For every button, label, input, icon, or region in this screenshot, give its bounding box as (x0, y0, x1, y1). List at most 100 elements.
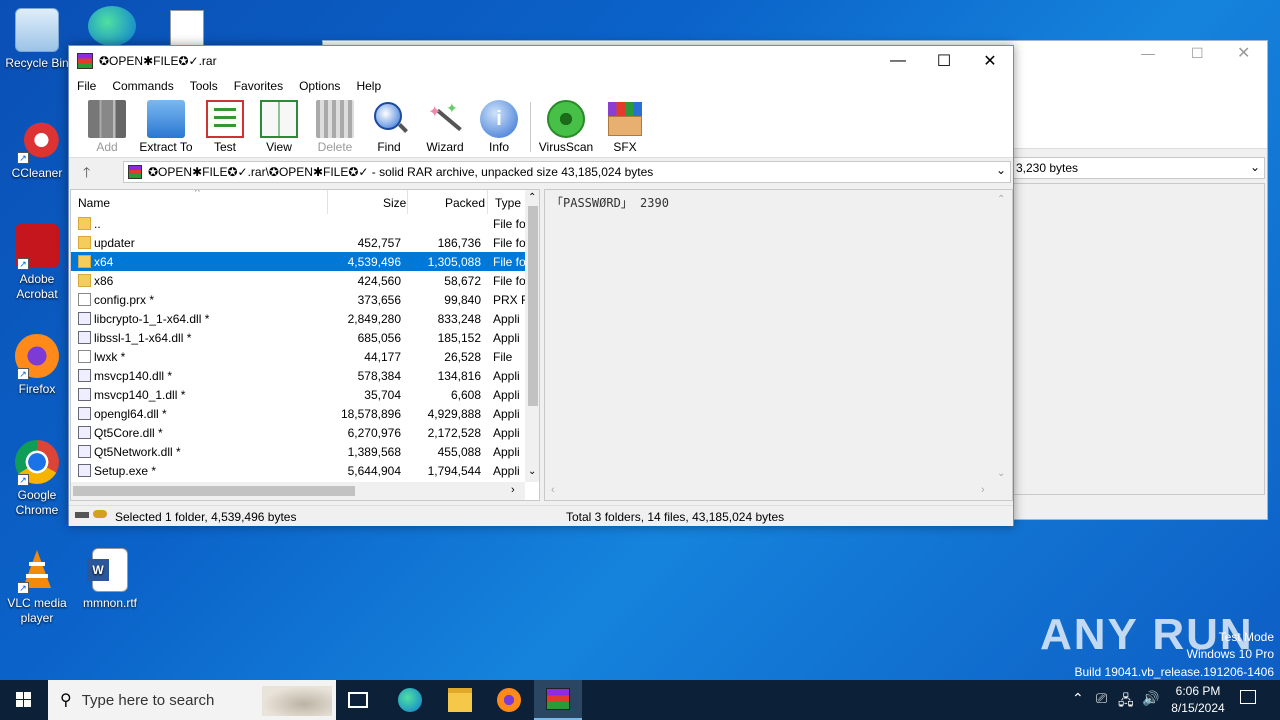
cell-type: File fo (493, 236, 526, 250)
view-button[interactable]: View (247, 100, 311, 154)
winrar-small-icon (128, 165, 142, 179)
preview-pane (1013, 183, 1265, 495)
edge-desktop-icon[interactable] (88, 6, 136, 46)
address-field[interactable]: ✪OPEN✱FILE✪✓.rar\✪OPEN✱FILE✪✓ - solid RA… (123, 161, 1011, 183)
cell-type: Appli (493, 312, 520, 326)
table-row[interactable]: opengl64.dll * 18,578,896 4,929,888 Appli (71, 404, 526, 423)
menu-tools[interactable]: Tools (182, 79, 226, 93)
desktop-icon-label: CCleaner (11, 166, 63, 180)
desktop-icon-ccleaner[interactable]: ↗ CCleaner (1, 118, 73, 181)
horizontal-scrollbar[interactable]: › (71, 482, 525, 500)
scroll-right-arrow-icon[interactable]: › (981, 484, 985, 496)
scroll-thumb[interactable] (528, 206, 538, 406)
key-icon (93, 510, 107, 518)
volume-icon[interactable]: 🔊 (1142, 690, 1159, 707)
menu-options[interactable]: Options (291, 79, 348, 93)
cell-size: 35,704 (364, 388, 401, 402)
start-button[interactable] (0, 680, 48, 720)
address-dropdown[interactable]: 3,230 bytes ⌄ (1013, 157, 1265, 179)
dll-file-icon (78, 407, 91, 420)
address-bar: 🡑 ✪OPEN✱FILE✪✓.rar\✪OPEN✱FILE✪✓ - solid … (69, 159, 1013, 185)
find-label: Find (377, 140, 401, 154)
table-row[interactable]: lwxk * 44,177 26,528 File (71, 347, 526, 366)
menu-file[interactable]: File (69, 79, 104, 93)
desktop-icon-mmnon-rtf[interactable]: W mmnon.rtf (74, 548, 146, 611)
cell-packed: 134,816 (437, 369, 481, 383)
word-document-icon: W (87, 548, 128, 592)
scroll-up-arrow-icon[interactable]: ⌃ (997, 194, 1005, 205)
table-row[interactable]: msvcp140.dll * 578,384 134,816 Appli (71, 366, 526, 385)
scroll-left-arrow-icon[interactable]: ‹ (551, 484, 555, 496)
desktop-icon-vlc[interactable]: ↗ VLC media player (1, 548, 73, 626)
scroll-up-arrow-icon[interactable]: ⌃ (528, 192, 536, 203)
minimize-button[interactable]: — (875, 46, 921, 76)
clock-date[interactable]: 8/15/2024 (1166, 701, 1230, 715)
scroll-down-arrow-icon[interactable]: ⌄ (528, 466, 536, 477)
close-button[interactable]: ✕ (967, 46, 1013, 76)
cell-type: Appli (493, 464, 520, 478)
notifications-icon[interactable] (1240, 690, 1256, 704)
menu-favorites[interactable]: Favorites (226, 79, 291, 93)
archive-books-icon (88, 100, 126, 138)
scroll-right-arrow-icon[interactable]: › (511, 484, 515, 496)
desktop-icon-firefox[interactable]: ↗ Firefox (1, 334, 73, 397)
minimize-button[interactable]: — (1141, 45, 1155, 61)
cell-packed: 6,608 (450, 388, 481, 402)
table-row[interactable]: updater 452,757 186,736 File fo (71, 233, 526, 252)
table-row[interactable]: Qt5Core.dll * 6,270,976 2,172,528 Appli (71, 423, 526, 442)
chevron-down-icon[interactable]: ⌄ (996, 163, 1006, 177)
column-packed[interactable]: Packed (445, 196, 485, 210)
maximize-button[interactable]: ☐ (1191, 45, 1204, 62)
desktop-icon-recycle-bin[interactable]: Recycle Bin (1, 8, 73, 71)
vertical-scrollbar[interactable]: ⌃ ⌄ (525, 190, 539, 482)
table-row[interactable]: libssl-1_1-x64.dll * 685,056 185,152 Appli (71, 328, 526, 347)
find-button[interactable]: Find (357, 100, 421, 154)
network-icon[interactable]: 🖧 (1118, 690, 1134, 714)
table-row[interactable]: libcrypto-1_1-x64.dll * 2,849,280 833,248 A… (71, 309, 526, 328)
table-row[interactable]: x64 4,539,496 1,305,088 File fo (71, 252, 526, 271)
desktop-icon-adobe-acrobat[interactable]: ↗ Adobe Acrobat (1, 224, 73, 302)
header-divider (327, 190, 328, 214)
firefox-taskbar-icon[interactable] (497, 688, 521, 712)
up-arrow-icon[interactable]: 🡑 (83, 162, 90, 186)
winrar-taskbar-button[interactable] (534, 680, 582, 720)
table-row[interactable]: config.prx * 373,656 99,840 PRX F (71, 290, 527, 309)
column-size[interactable]: Size (383, 196, 406, 210)
cell-type: PRX F (493, 293, 527, 307)
table-row[interactable]: x86 424,560 58,672 File fo (71, 271, 526, 290)
close-button[interactable]: ✕ (1237, 43, 1250, 63)
table-row[interactable]: .. File fo (71, 214, 526, 233)
tray-device-icon[interactable]: ⎚ (1096, 690, 1107, 707)
table-row[interactable]: Setup.exe * 5,644,904 1,794,544 Appli (71, 461, 526, 480)
menu-help[interactable]: Help (348, 79, 389, 93)
edge-taskbar-icon[interactable] (398, 688, 422, 712)
desktop-icon-google-chrome[interactable]: ↗ Google Chrome (1, 440, 73, 518)
cell-size: 5,644,904 (347, 464, 401, 478)
info-label: Info (488, 140, 509, 154)
scroll-down-arrow-icon[interactable]: ⌄ (997, 468, 1005, 479)
column-name[interactable]: Name (78, 196, 110, 210)
add-button[interactable]: Add (75, 100, 139, 154)
info-icon: i (480, 100, 518, 138)
tray-chevron-icon[interactable]: ⌃ (1072, 690, 1084, 707)
table-row[interactable]: Qt5Network.dll * 1,389,568 455,088 Appli (71, 442, 526, 461)
task-view-icon[interactable] (348, 692, 368, 708)
scroll-thumb[interactable] (73, 486, 355, 496)
address-text: 3,230 bytes (1016, 161, 1079, 175)
search-box[interactable]: ⚲ Type here to search (48, 680, 336, 720)
extract-to-button[interactable]: Extract To (133, 100, 199, 154)
info-button[interactable]: i Info (467, 100, 531, 154)
cell-type: Appli (493, 426, 520, 440)
dll-file-icon (78, 388, 91, 401)
watermark-build: Build 19041.vb_release.191206-1406 (1074, 665, 1275, 679)
maximize-button[interactable]: ☐ (921, 46, 967, 76)
virusscan-button[interactable]: VirusScan (533, 100, 599, 154)
sfx-button[interactable]: SFX (593, 100, 657, 154)
clock-time[interactable]: 6:06 PM (1174, 684, 1222, 698)
cell-size: 373,656 (357, 293, 401, 307)
image-file-desktop-icon[interactable] (170, 10, 204, 46)
file-explorer-icon[interactable] (448, 688, 472, 712)
menu-commands[interactable]: Commands (104, 79, 181, 93)
column-type[interactable]: Type (495, 196, 521, 210)
table-row[interactable]: msvcp140_1.dll * 35,704 6,608 Appli (71, 385, 526, 404)
